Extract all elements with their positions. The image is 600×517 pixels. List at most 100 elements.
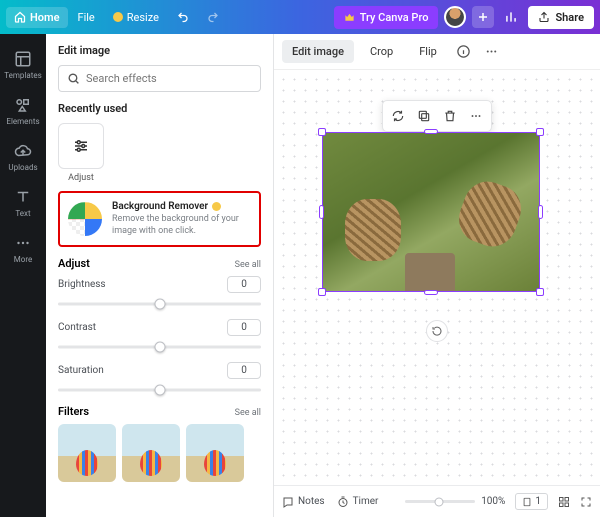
selected-image[interactable] [322,132,540,292]
adjust-heading: Adjust [58,257,90,270]
copy-icon [417,109,431,123]
ctx-flip[interactable]: Flip [409,40,447,63]
sync-button[interactable] [386,104,410,128]
saturation-label: Saturation [58,365,104,376]
avatar[interactable] [444,6,466,28]
duplicate-button[interactable] [412,104,436,128]
sync-icon [391,109,405,123]
brightness-slider[interactable]: Brightness 0 [58,276,261,311]
search-effects[interactable] [58,65,261,92]
timer-button[interactable]: Timer [337,496,379,508]
filter-thumbnail[interactable] [186,424,244,482]
ctx-crop[interactable]: Crop [360,40,403,63]
recently-used-label: Recently used [58,102,261,115]
brightness-label: Brightness [58,279,106,290]
info-icon [456,44,471,59]
panel-title: Edit image [46,34,273,65]
rail-templates[interactable]: Templates [0,42,46,88]
timer-icon [337,496,349,508]
home-icon [14,11,26,23]
resize-handle[interactable] [319,205,324,219]
ctx-more[interactable] [481,41,503,63]
sliders-icon [72,137,90,155]
dots-icon [484,44,499,59]
try-pro-button[interactable]: Try Canva Pro [334,6,439,29]
resize-handle[interactable] [536,288,544,296]
bg-remover-desc: Remove the background of your image with… [112,214,251,237]
redo-button[interactable] [199,7,227,27]
premium-icon [212,202,221,211]
premium-icon [113,12,123,22]
brightness-value[interactable]: 0 [227,276,261,293]
resize-handle[interactable] [318,128,326,136]
chart-icon [504,10,518,24]
zoom-value: 100% [481,496,505,507]
upload-icon [538,11,550,23]
resize-handle[interactable] [318,288,326,296]
grid-view-button[interactable] [558,496,570,508]
grid-icon [558,496,570,508]
redo-icon [207,11,219,23]
crown-icon [344,12,355,23]
page-count[interactable]: 1 [515,493,548,510]
contrast-slider[interactable]: Contrast 0 [58,319,261,354]
filters-see-all[interactable]: See all [235,408,261,418]
adjust-tile-label: Adjust [68,173,94,183]
background-remover-card[interactable]: Background Remover Remove the background… [58,191,261,247]
saturation-slider[interactable]: Saturation 0 [58,362,261,397]
insights-button[interactable] [500,6,522,28]
more-icon [14,234,32,252]
design-stage[interactable] [274,70,600,485]
adjust-see-all[interactable]: See all [235,260,261,270]
resize-handle[interactable] [536,128,544,136]
zoom-slider[interactable]: 100% [405,496,505,507]
add-member-button[interactable] [472,6,494,28]
filters-heading: Filters [58,405,89,418]
edit-image-panel: Edit image Recently used Adjust Backgrou… [46,34,274,517]
notes-button[interactable]: Notes [282,496,325,508]
search-icon [67,72,80,85]
uploads-icon [14,142,32,160]
resize-handle[interactable] [538,205,543,219]
fullscreen-button[interactable] [580,496,592,508]
bg-remover-title: Background Remover [112,201,208,212]
rotate-icon [431,325,443,337]
contrast-value[interactable]: 0 [227,319,261,336]
adjust-tile[interactable] [58,123,104,169]
text-icon [14,188,32,206]
canvas-area: Edit image Crop Flip [274,34,600,517]
rotate-handle[interactable] [426,320,448,342]
floating-toolbar [382,100,492,132]
ctx-edit-image[interactable]: Edit image [282,40,354,63]
image-content [323,133,539,291]
delete-button[interactable] [438,104,462,128]
ctx-info[interactable] [453,41,475,63]
saturation-value[interactable]: 0 [227,362,261,379]
dots-icon [469,109,483,123]
page-icon [522,497,532,507]
bottom-bar: Notes Timer 100% 1 [274,485,600,517]
plus-icon [477,11,489,23]
rail-more[interactable]: More [0,226,46,272]
contrast-label: Contrast [58,322,96,333]
rail-elements[interactable]: Elements [0,88,46,134]
undo-button[interactable] [169,7,197,27]
filter-thumbnail[interactable] [122,424,180,482]
expand-icon [580,496,592,508]
filter-thumbnail[interactable] [58,424,116,482]
search-input[interactable] [86,72,252,85]
trash-icon [443,109,457,123]
bg-remover-icon [68,202,102,236]
resize-handle[interactable] [424,290,438,295]
file-menu[interactable]: File [70,7,103,28]
float-more[interactable] [464,104,488,128]
rail-uploads[interactable]: Uploads [0,134,46,180]
top-bar: Home File Resize Try Canva Pro Share [0,0,600,34]
context-toolbar: Edit image Crop Flip [274,34,600,70]
resize-button[interactable]: Resize [105,7,167,28]
rail-text[interactable]: Text [0,180,46,226]
resize-handle[interactable] [424,129,438,134]
share-button[interactable]: Share [528,6,594,29]
templates-icon [14,50,32,68]
home-button[interactable]: Home [6,7,68,28]
